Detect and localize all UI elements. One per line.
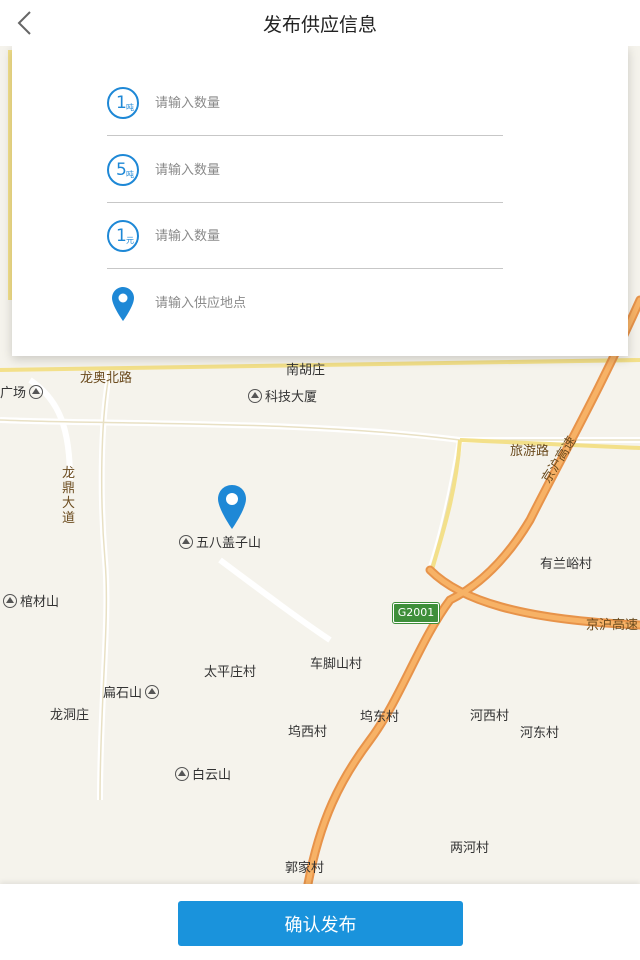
- road-label: 京沪高速: [586, 618, 639, 633]
- location-pin-icon: [112, 287, 134, 321]
- poi-name: 五八盖子山: [196, 536, 262, 551]
- poi-label: 棺材山: [0, 591, 59, 610]
- divider: [107, 135, 503, 136]
- map-label: 两河村: [450, 841, 490, 856]
- divider: [107, 268, 503, 269]
- mountain-icon: [179, 535, 193, 549]
- quantity-row-2: 5 吨: [107, 137, 503, 203]
- map-label: 坞东村: [360, 710, 400, 725]
- map-label: 郭家村: [285, 861, 325, 876]
- map-label: 坞西村: [288, 725, 328, 740]
- map-label: 太平庄村: [204, 665, 257, 680]
- road-label: 龙奥北路: [80, 371, 133, 386]
- road-label: 龙鼎大道: [62, 466, 76, 526]
- mountain-icon: [145, 685, 160, 699]
- poi-name: 棺材山: [20, 595, 60, 610]
- supply-form-card: 1 吨 5 吨 1 元: [12, 46, 628, 356]
- poi-label: 扁石山: [103, 682, 162, 701]
- mountain-icon: [3, 594, 17, 608]
- screen: 发布供应信息 南胡庄 龙奥北路 广场 科技大厦 旅游路 龙鼎大道 五八盖子山 京…: [0, 0, 640, 960]
- map-label: 广场: [0, 382, 46, 401]
- map-label: 有兰峪村: [540, 557, 593, 572]
- poi-label: 白云山: [172, 764, 231, 783]
- map-label: 龙洞庄: [50, 708, 90, 723]
- poi-name: 科技大厦: [265, 390, 318, 405]
- location-row: [107, 270, 503, 336]
- location-input[interactable]: [155, 291, 485, 315]
- price-input[interactable]: [155, 224, 485, 248]
- nav-bar: 发布供应信息: [0, 0, 640, 46]
- poi-name: 白云山: [192, 768, 232, 783]
- location-marker-icon[interactable]: [217, 484, 247, 530]
- poi-label: 科技大厦: [245, 386, 317, 405]
- map-label: 南胡庄: [286, 363, 326, 378]
- quantity-icon: 5 吨: [107, 154, 139, 186]
- quantity-icon: 1 吨: [107, 87, 139, 119]
- footer-bar: 确认发布: [0, 884, 640, 960]
- poi-name: 扁石山: [103, 686, 143, 701]
- map-label: 河东村: [520, 726, 560, 741]
- poi-label: 五八盖子山: [176, 532, 261, 551]
- mountain-icon: [175, 767, 189, 781]
- price-row: 1 元: [107, 203, 503, 269]
- page-title: 发布供应信息: [262, 14, 377, 36]
- highway-shield: G2001: [392, 602, 440, 624]
- icon-unit: 吨: [126, 170, 134, 179]
- icon-unit: 元: [126, 236, 134, 245]
- map-label: 车脚山村: [310, 657, 363, 672]
- confirm-publish-button[interactable]: 确认发布: [178, 901, 463, 946]
- map-label: 河西村: [470, 709, 510, 724]
- building-icon: [248, 389, 262, 403]
- road-label: 旅游路: [510, 444, 550, 459]
- quantity-input-2[interactable]: [155, 158, 485, 182]
- icon-unit: 吨: [126, 103, 134, 112]
- quantity-row-1: 1 吨: [107, 70, 503, 136]
- building-icon: [29, 385, 44, 399]
- price-icon: 1 元: [107, 220, 139, 252]
- quantity-input-1[interactable]: [155, 91, 485, 115]
- map-label-text: 广场: [0, 386, 27, 401]
